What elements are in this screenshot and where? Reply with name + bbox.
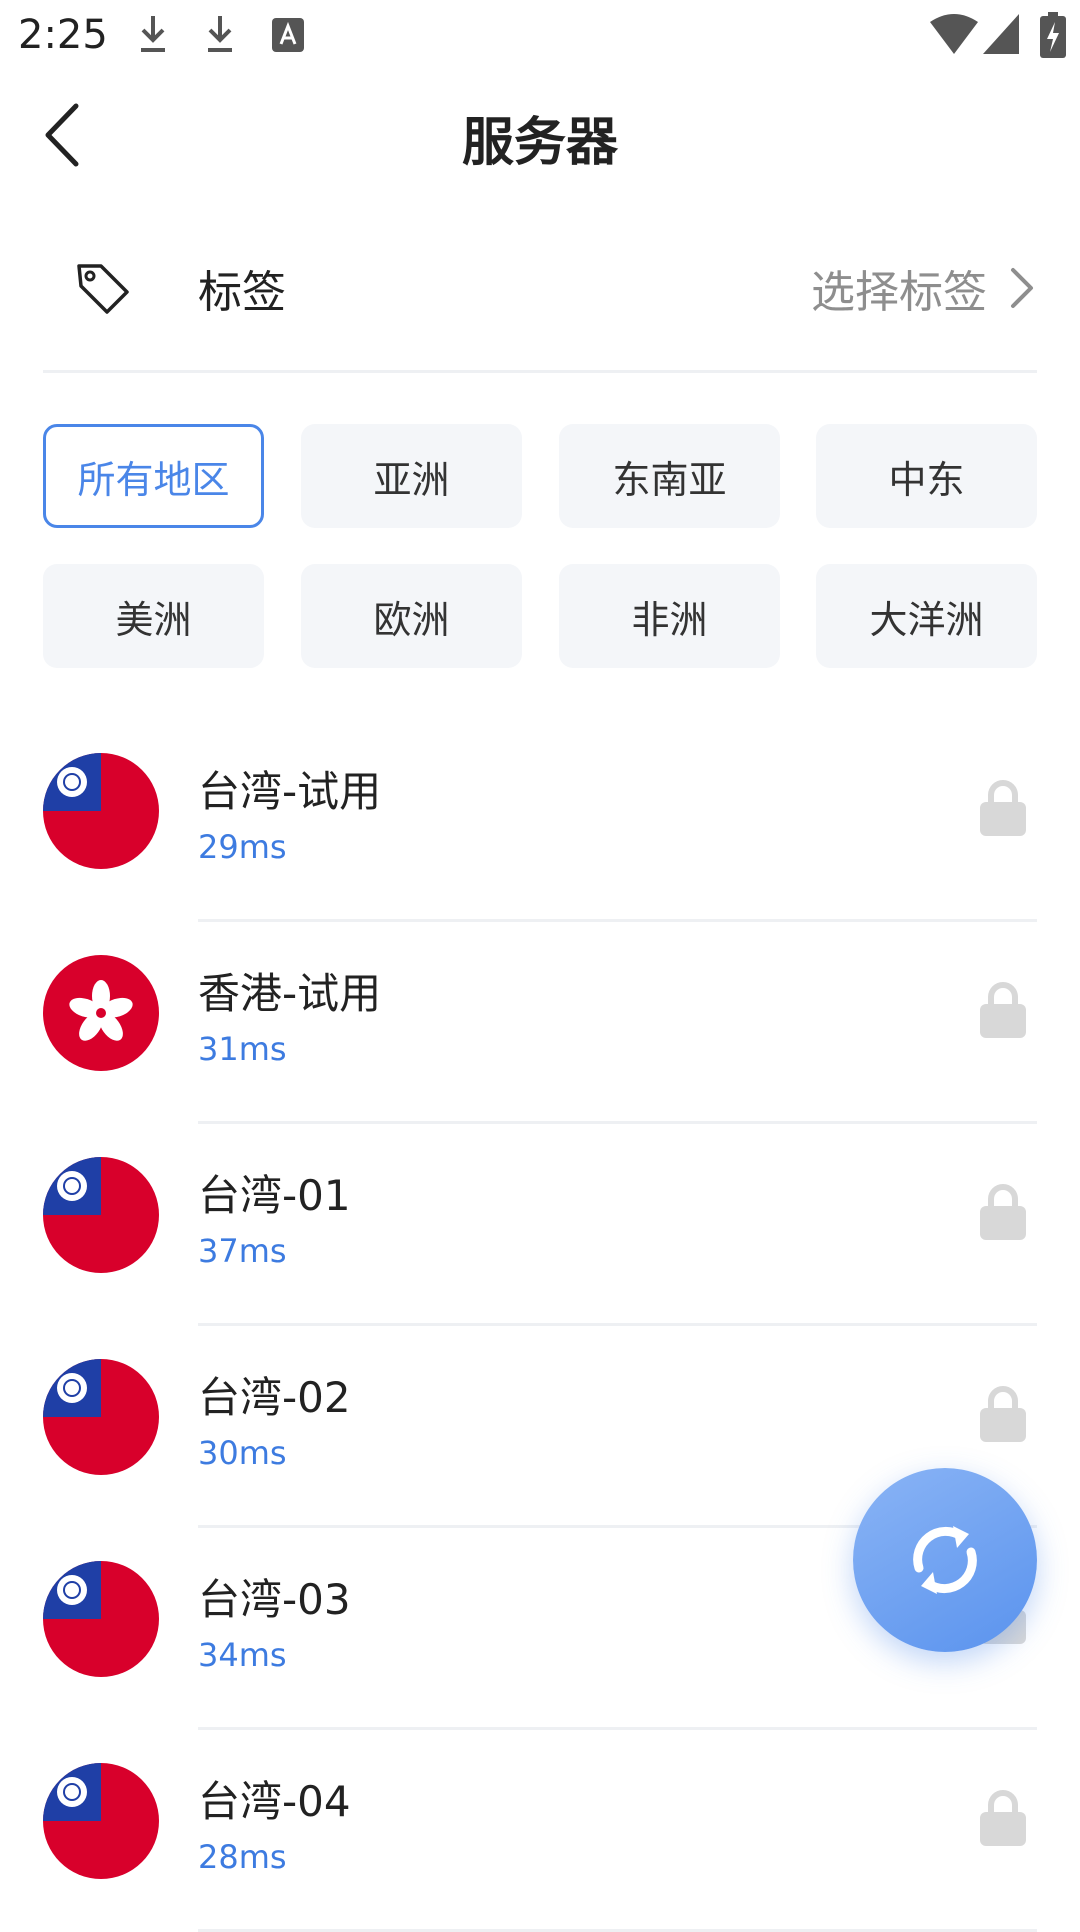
lock-icon <box>980 982 1026 1038</box>
signal-icon <box>983 14 1019 54</box>
region-chip-southeast-asia[interactable]: 东南亚 <box>559 424 780 528</box>
refresh-button[interactable] <box>853 1468 1037 1652</box>
server-name: 台湾-04 <box>198 1777 351 1826</box>
battery-charging-icon <box>1040 12 1066 58</box>
server-name: 台湾-03 <box>198 1575 351 1624</box>
lock-icon <box>980 1386 1026 1442</box>
server-row[interactable]: 香港-试用 31ms <box>0 922 1080 1124</box>
wifi-icon <box>930 14 978 54</box>
server-latency: 29ms <box>198 828 287 866</box>
server-name: 台湾-01 <box>198 1171 351 1220</box>
taiwan-flag-icon <box>43 1561 159 1677</box>
tag-label: 标签 <box>198 267 286 318</box>
region-chip-all[interactable]: 所有地区 <box>43 424 264 528</box>
app-header: 服务器 <box>0 80 1080 190</box>
page-title: 服务器 <box>461 113 618 173</box>
lock-icon <box>980 780 1026 836</box>
tag-value[interactable]: 选择标签 <box>811 256 987 320</box>
server-latency: 34ms <box>198 1636 287 1674</box>
server-latency: 31ms <box>198 1030 287 1068</box>
region-chip-oceania[interactable]: 大洋洲 <box>816 564 1037 668</box>
download-icon <box>208 16 232 52</box>
region-chip-asia[interactable]: 亚洲 <box>301 424 522 528</box>
taiwan-flag-icon <box>43 1763 159 1879</box>
region-chip-europe[interactable]: 欧洲 <box>301 564 522 668</box>
region-chip-middle-east[interactable]: 中东 <box>816 424 1037 528</box>
hongkong-flag-icon <box>43 955 159 1071</box>
server-name: 香港-试用 <box>198 969 382 1018</box>
server-row[interactable]: 台湾-试用 29ms <box>0 720 1080 922</box>
tag-selector[interactable]: 标签 选择标签 <box>43 230 1037 373</box>
server-latency: 30ms <box>198 1434 287 1472</box>
refresh-icon <box>913 1526 977 1594</box>
lock-icon <box>980 1790 1026 1846</box>
region-chip-africa[interactable]: 非洲 <box>559 564 780 668</box>
taiwan-flag-icon <box>43 1359 159 1475</box>
lock-icon <box>980 1184 1026 1240</box>
taiwan-flag-icon <box>43 753 159 869</box>
server-row[interactable]: 台湾-04 28ms <box>0 1730 1080 1932</box>
status-bar: 2:25 <box>0 0 1080 72</box>
server-latency: 37ms <box>198 1232 287 1270</box>
server-row[interactable]: 台湾-01 37ms <box>0 1124 1080 1326</box>
status-time: 2:25 <box>18 12 108 58</box>
server-name: 台湾-试用 <box>198 767 382 816</box>
taiwan-flag-icon <box>43 1157 159 1273</box>
chevron-right-icon <box>1011 268 1033 308</box>
tag-icon <box>77 264 129 314</box>
server-name: 台湾-02 <box>198 1373 351 1422</box>
region-chip-americas[interactable]: 美洲 <box>43 564 264 668</box>
server-latency: 28ms <box>198 1838 287 1876</box>
keyboard-notification-icon <box>272 18 304 52</box>
download-icon <box>141 16 165 52</box>
